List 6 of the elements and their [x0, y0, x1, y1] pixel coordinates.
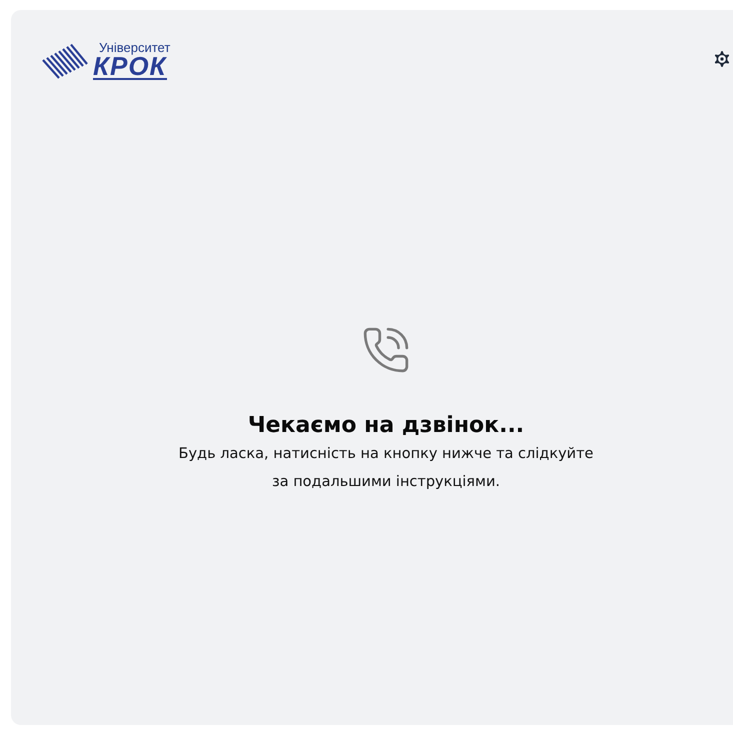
logo-caption: Університет	[99, 40, 170, 54]
logo-name: КРОК	[93, 54, 167, 80]
status-message: Будь ласка, натисність на кнопку нижче та слідкуйте	[178, 445, 594, 464]
status-title: Чекаємо на дзвінок...	[248, 413, 524, 438]
phone-icon	[361, 325, 411, 375]
status-message: за подальшими інструкціями.	[270, 473, 501, 492]
